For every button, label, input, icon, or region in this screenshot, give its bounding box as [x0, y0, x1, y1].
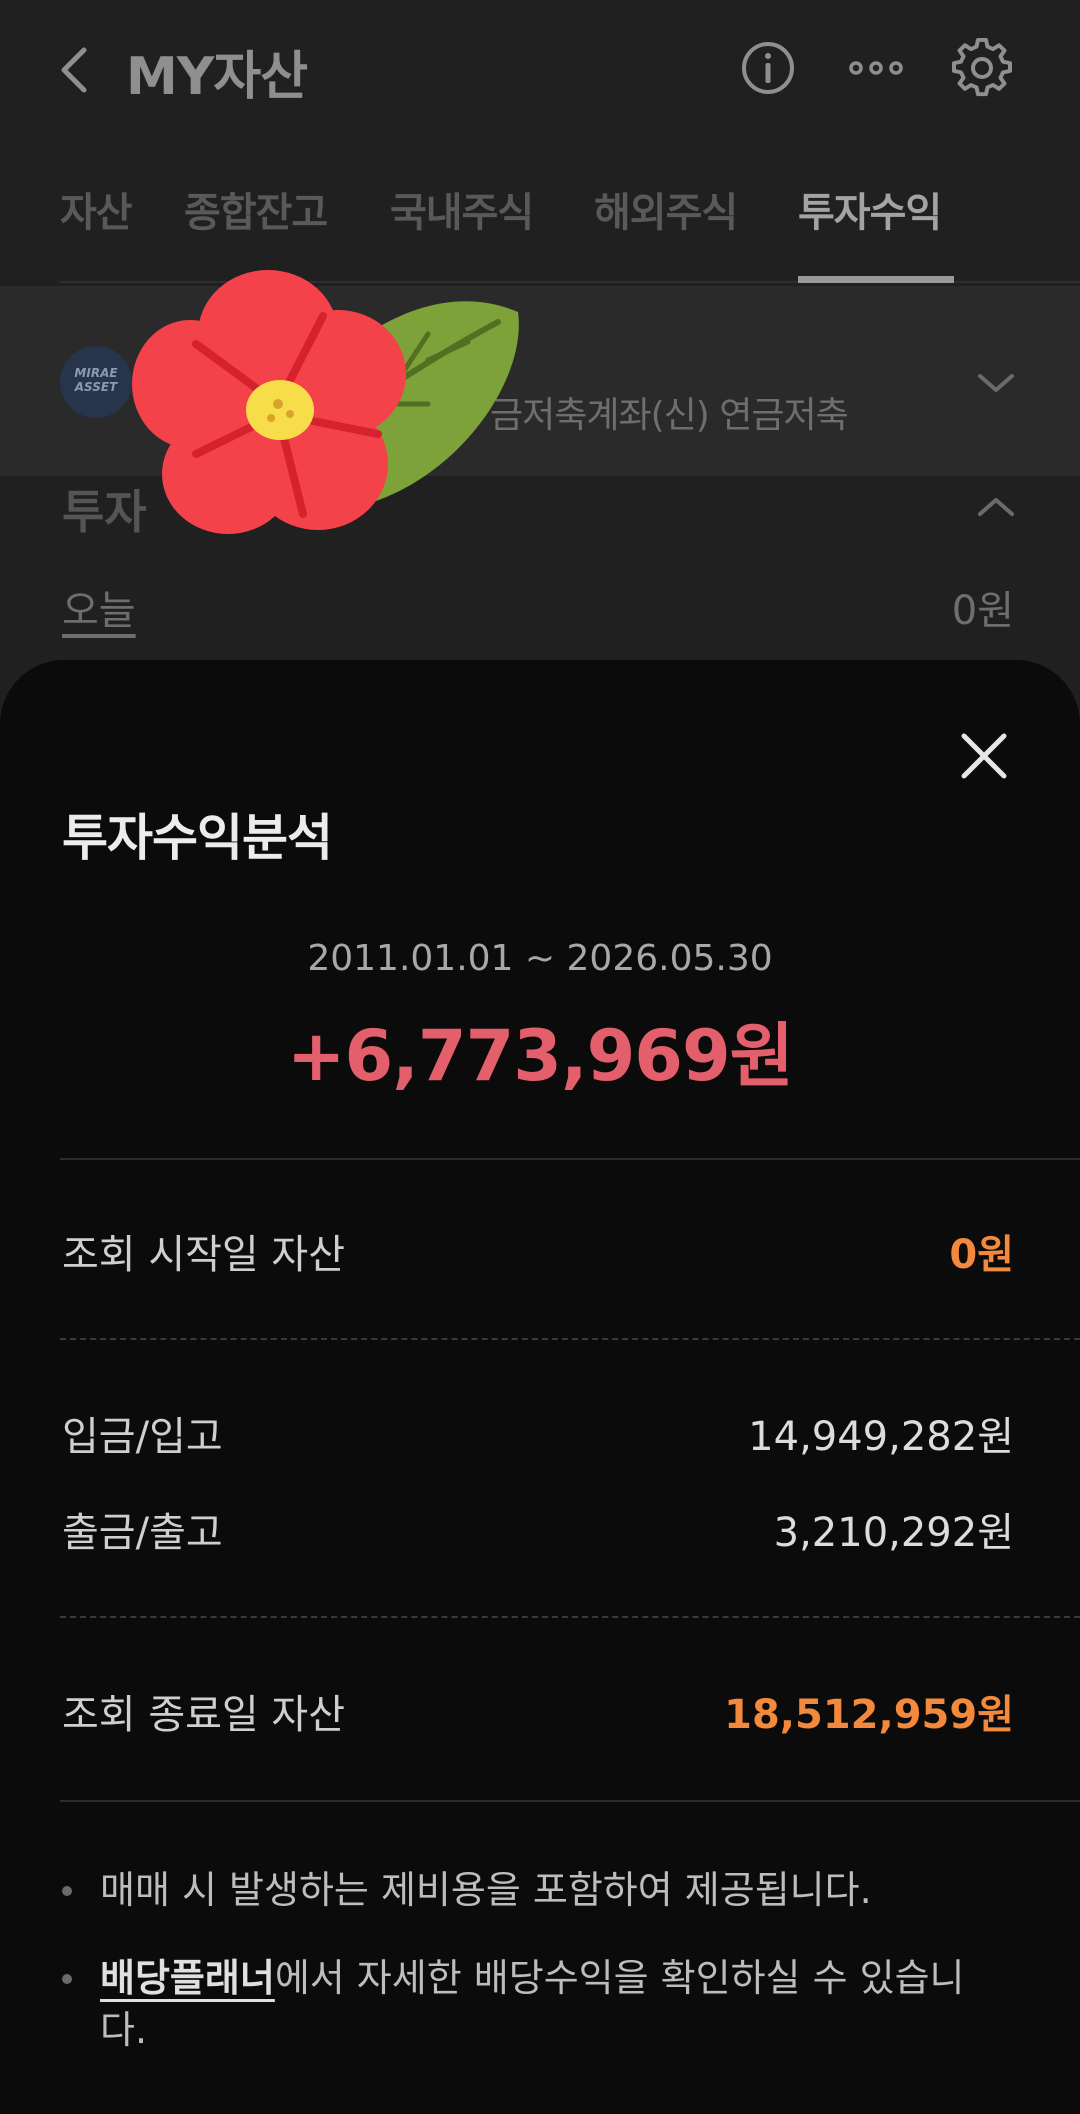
end-asset-value: 18,512,959원	[724, 1692, 1014, 1738]
dashed-divider	[60, 1616, 1080, 1618]
chevron-down-icon[interactable]	[976, 368, 1016, 398]
gear-icon[interactable]	[952, 38, 1012, 98]
chevron-left-icon[interactable]	[52, 44, 96, 96]
deposit-value: 14,949,282원	[748, 1414, 1014, 1460]
tab-total-balance[interactable]: 종합잔고	[184, 180, 328, 238]
bank-logo: MIRAE ASSET	[60, 346, 132, 418]
withdraw-value: 3,210,292원	[773, 1510, 1014, 1556]
dashed-divider	[60, 1338, 1080, 1340]
period-range: 2011.01.01 ~ 2026.05.30	[307, 938, 773, 979]
sheet-title: 투자수익분석	[62, 809, 333, 867]
total-return: +6,773,969원	[286, 1015, 794, 1097]
tab-assets[interactable]: 자산	[60, 180, 133, 238]
notice-text: 매매 시 발생하는 제비용을 포함하여 제공됩니다.	[100, 1868, 872, 1912]
bullet-icon	[62, 1886, 72, 1896]
end-asset-label: 조회 종료일 자산	[62, 1692, 346, 1738]
active-tab-indicator	[798, 276, 954, 283]
app-header: MY자산	[0, 0, 1080, 140]
dividend-planner-link[interactable]: 배당플래너	[100, 1956, 275, 2000]
page-title: MY자산	[126, 47, 308, 107]
bullet-icon	[62, 1974, 72, 1984]
divider	[60, 1158, 1080, 1160]
chevron-up-icon[interactable]	[976, 492, 1016, 522]
deposit-label: 입금/입고	[62, 1414, 223, 1460]
info-icon[interactable]	[738, 38, 798, 98]
today-label[interactable]: 오늘	[62, 578, 136, 636]
flower-sticker-icon	[132, 270, 519, 534]
start-asset-value: 0원	[949, 1232, 1014, 1278]
today-value: 0원	[951, 588, 1014, 634]
withdraw-label: 출금/출고	[62, 1510, 223, 1556]
tab-overseas-stocks[interactable]: 해외주식	[594, 180, 738, 238]
tab-domestic-stocks[interactable]: 국내주식	[390, 180, 534, 238]
notice-text: 배당플래너에서 자세한 배당수익을 확인하실 수 있습니다.	[100, 1952, 980, 2056]
close-icon[interactable]	[958, 730, 1010, 782]
investment-analysis-sheet: 투자수익분석 2011.01.01 ~ 2026.05.30 +6,773,96…	[0, 660, 1080, 2114]
start-asset-label: 조회 시작일 자산	[62, 1232, 346, 1278]
more-horizontal-icon[interactable]	[846, 38, 906, 98]
tab-investment-returns[interactable]: 투자수익	[798, 180, 942, 238]
divider	[60, 1800, 1080, 1802]
